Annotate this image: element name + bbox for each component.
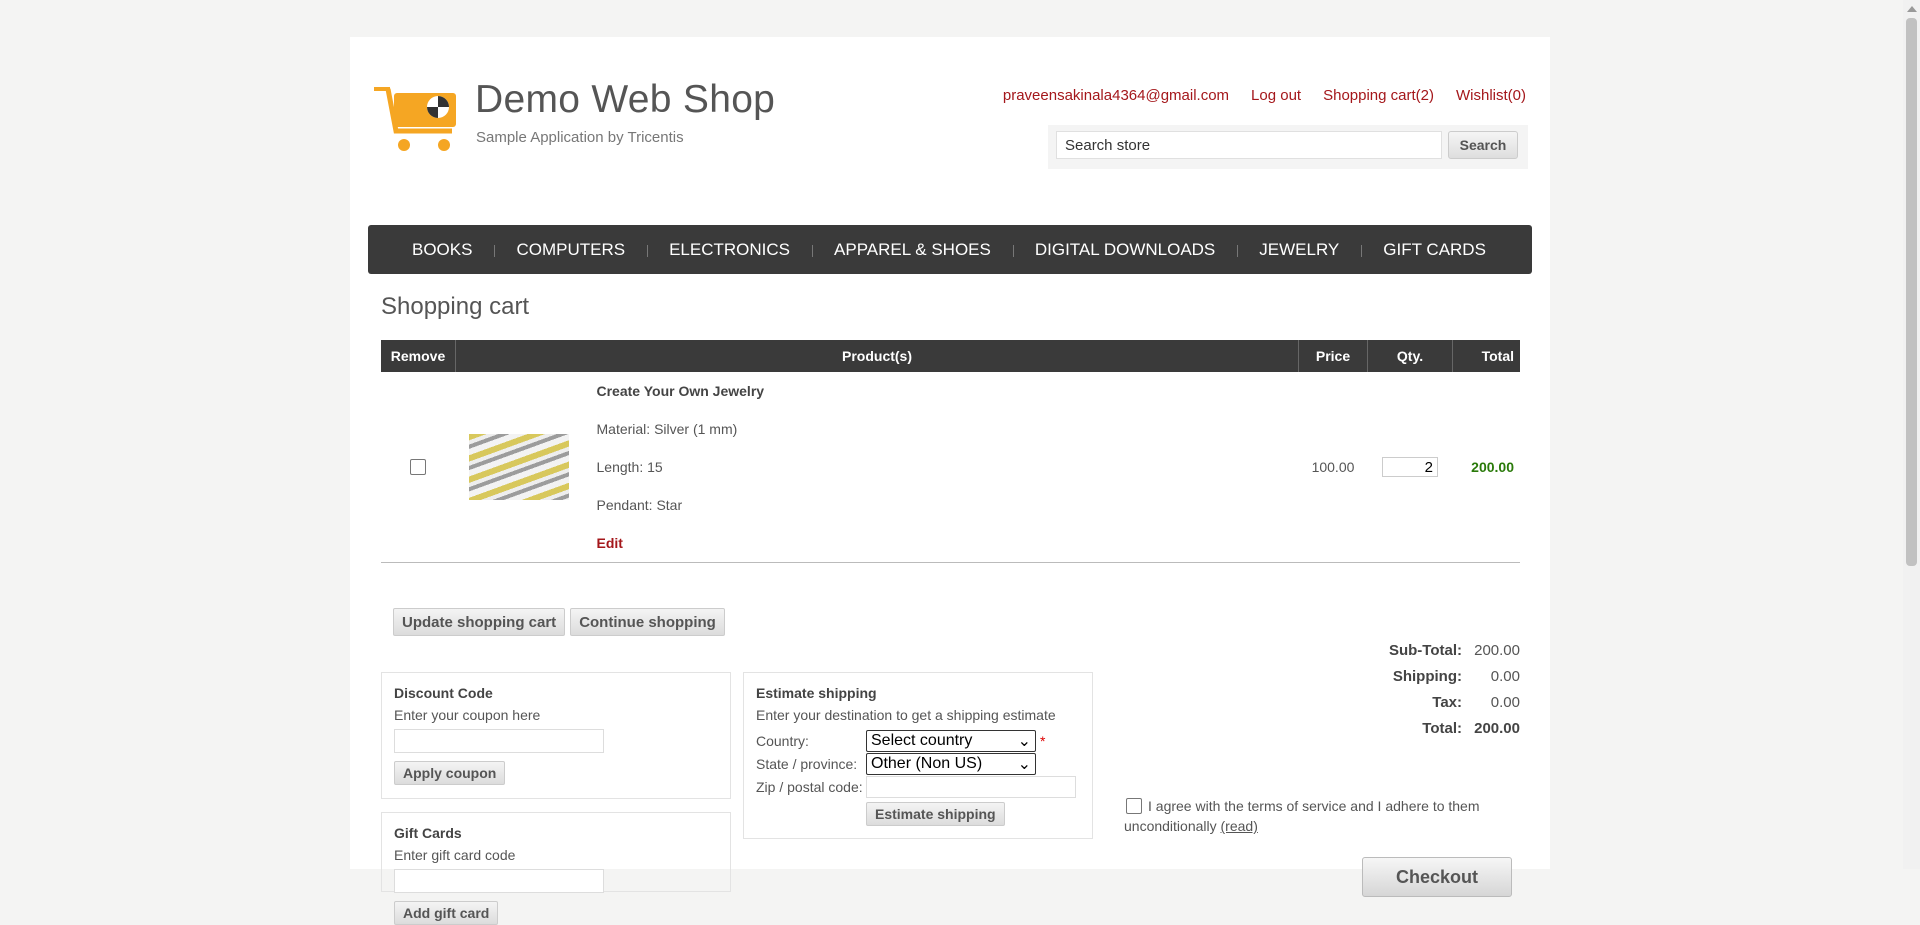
shipping-title: Estimate shipping xyxy=(756,685,877,701)
country-label: Country: xyxy=(756,732,809,749)
nav-apparel-shoes[interactable]: APPAREL & SHOES xyxy=(812,240,1013,260)
total-value: 200.00 xyxy=(1474,719,1520,737)
page-container: Demo Web Shop Sample Application by Tric… xyxy=(350,37,1550,925)
nav-gift-cards[interactable]: GIFT CARDS xyxy=(1361,240,1508,260)
shipping-row: Shipping: 0.00 xyxy=(1350,663,1520,689)
remove-checkbox[interactable] xyxy=(410,459,427,475)
cart-buttons: Update shopping cart Continue shopping xyxy=(393,608,725,636)
edit-link[interactable]: Edit xyxy=(597,535,1298,551)
total-label: Total: xyxy=(1422,719,1462,737)
cart-logo-icon[interactable] xyxy=(374,83,464,157)
shipping-value: 0.00 xyxy=(1490,667,1520,685)
nav-jewelry[interactable]: JEWELRY xyxy=(1237,240,1361,260)
cart-table: Remove Product(s) Price Qty. Total Creat… xyxy=(381,340,1520,563)
col-price: Price xyxy=(1298,340,1368,372)
estimate-shipping-box: Estimate shipping Enter your destination… xyxy=(743,672,1093,839)
qty-cell xyxy=(1367,372,1453,563)
terms-read-link[interactable]: (read) xyxy=(1221,818,1258,834)
add-giftcard-button[interactable]: Add gift card xyxy=(394,901,499,925)
product-image-cell xyxy=(455,372,596,563)
product-name[interactable]: Create Your Own Jewelry xyxy=(597,383,1298,399)
site-title[interactable]: Demo Web Shop xyxy=(475,78,775,122)
giftcard-input[interactable] xyxy=(394,869,604,893)
tax-value: 0.00 xyxy=(1490,693,1520,711)
chevron-down-icon: ⌄ xyxy=(1017,732,1031,750)
scroll-up-icon[interactable] xyxy=(1907,6,1917,12)
order-totals: Sub-Total: 200.00 Shipping: 0.00 Tax: 0.… xyxy=(1350,637,1520,741)
col-product: Product(s) xyxy=(455,340,1299,372)
state-value: Other (Non US) xyxy=(871,754,983,772)
checkout-button[interactable]: Checkout xyxy=(1362,857,1512,897)
shopping-cart-link[interactable]: Shopping cart(2) xyxy=(1323,87,1434,104)
giftcard-box: Gift Cards Enter gift card code Add gift… xyxy=(381,812,731,925)
country-value: Select country xyxy=(871,731,973,749)
tax-label: Tax: xyxy=(1432,693,1462,711)
wishlist-link[interactable]: Wishlist(0) xyxy=(1456,87,1526,104)
product-attribute: Material: Silver (1 mm) xyxy=(596,421,738,437)
unit-price: 100.00 xyxy=(1298,372,1368,563)
terms-of-service: I agree with the terms of service and I … xyxy=(1124,796,1504,836)
col-remove: Remove xyxy=(381,340,456,372)
terms-checkbox[interactable] xyxy=(1126,798,1142,815)
search-input[interactable]: Search store xyxy=(1056,131,1442,159)
terms-text: I agree with the terms of service and I … xyxy=(1124,798,1480,835)
giftcard-hint: Enter gift card code xyxy=(394,847,516,863)
chevron-down-icon: ⌄ xyxy=(1017,755,1031,773)
nav-books[interactable]: BOOKS xyxy=(390,240,494,260)
account-email-link[interactable]: praveensakinala4364@gmail.com xyxy=(1003,87,1229,104)
subtotal-row: Sub-Total: 200.00 xyxy=(1350,637,1520,663)
state-label: State / province: xyxy=(756,755,858,772)
state-select[interactable]: Other (Non US) ⌄ xyxy=(866,752,1036,775)
coupon-input[interactable] xyxy=(394,729,604,753)
zip-input[interactable] xyxy=(866,775,1076,798)
required-mark: * xyxy=(1040,732,1046,749)
col-total: Total xyxy=(1452,340,1520,372)
product-attribute: Length: 15 xyxy=(596,459,663,475)
subtotal-value: 200.00 xyxy=(1474,641,1520,659)
site-subtitle: Sample Application by Tricentis xyxy=(476,129,684,146)
continue-shopping-button[interactable]: Continue shopping xyxy=(570,608,725,636)
product-info-cell: Create Your Own Jewelry Material: Silver… xyxy=(595,372,1299,563)
col-qty: Qty. xyxy=(1367,340,1453,372)
country-select[interactable]: Select country ⌄ xyxy=(866,729,1036,752)
product-attribute: Pendant: Star xyxy=(596,497,683,513)
scroll-thumb[interactable] xyxy=(1906,18,1917,566)
nav-electronics[interactable]: ELECTRONICS xyxy=(647,240,812,260)
qty-input[interactable] xyxy=(1382,457,1438,477)
subtotal-label: Sub-Total: xyxy=(1388,641,1462,659)
search-box: Search store Search xyxy=(1048,125,1528,169)
discount-hint: Enter your coupon here xyxy=(394,707,541,723)
discount-title: Discount Code xyxy=(394,685,493,701)
product-image[interactable] xyxy=(468,434,569,500)
remove-cell xyxy=(381,372,456,563)
country-row: Country: Select country ⌄ * xyxy=(756,729,1080,752)
discount-box: Discount Code Enter your coupon here App… xyxy=(381,672,731,799)
subtotal: 200.00 xyxy=(1452,372,1520,563)
page-title: Shopping cart xyxy=(381,293,530,320)
giftcard-title: Gift Cards xyxy=(394,825,462,841)
total-row: Total: 200.00 xyxy=(1350,715,1520,741)
tax-row: Tax: 0.00 xyxy=(1350,689,1520,715)
nav-computers[interactable]: COMPUTERS xyxy=(494,240,647,260)
estimate-shipping-button[interactable]: Estimate shipping xyxy=(866,802,1005,826)
table-row: Create Your Own Jewelry Material: Silver… xyxy=(381,372,1520,563)
header-links: praveensakinala4364@gmail.com Log out Sh… xyxy=(981,87,1526,104)
nav-digital-downloads[interactable]: DIGITAL DOWNLOADS xyxy=(1012,240,1237,260)
apply-coupon-button[interactable]: Apply coupon xyxy=(394,761,506,785)
zip-row: Zip / postal code: xyxy=(756,775,1080,798)
state-row: State / province: Other (Non US) ⌄ xyxy=(756,752,1080,775)
shipping-label: Shipping: xyxy=(1392,667,1462,685)
update-cart-button[interactable]: Update shopping cart xyxy=(393,608,566,636)
search-button[interactable]: Search xyxy=(1448,131,1518,159)
zip-label: Zip / postal code: xyxy=(756,778,863,795)
shipping-hint: Enter your destination to get a shipping… xyxy=(756,707,1056,723)
top-menu: BOOKS COMPUTERS ELECTRONICS APPAREL & SH… xyxy=(368,225,1532,274)
page-scrollbar[interactable] xyxy=(1903,0,1920,869)
logout-link[interactable]: Log out xyxy=(1251,87,1301,104)
